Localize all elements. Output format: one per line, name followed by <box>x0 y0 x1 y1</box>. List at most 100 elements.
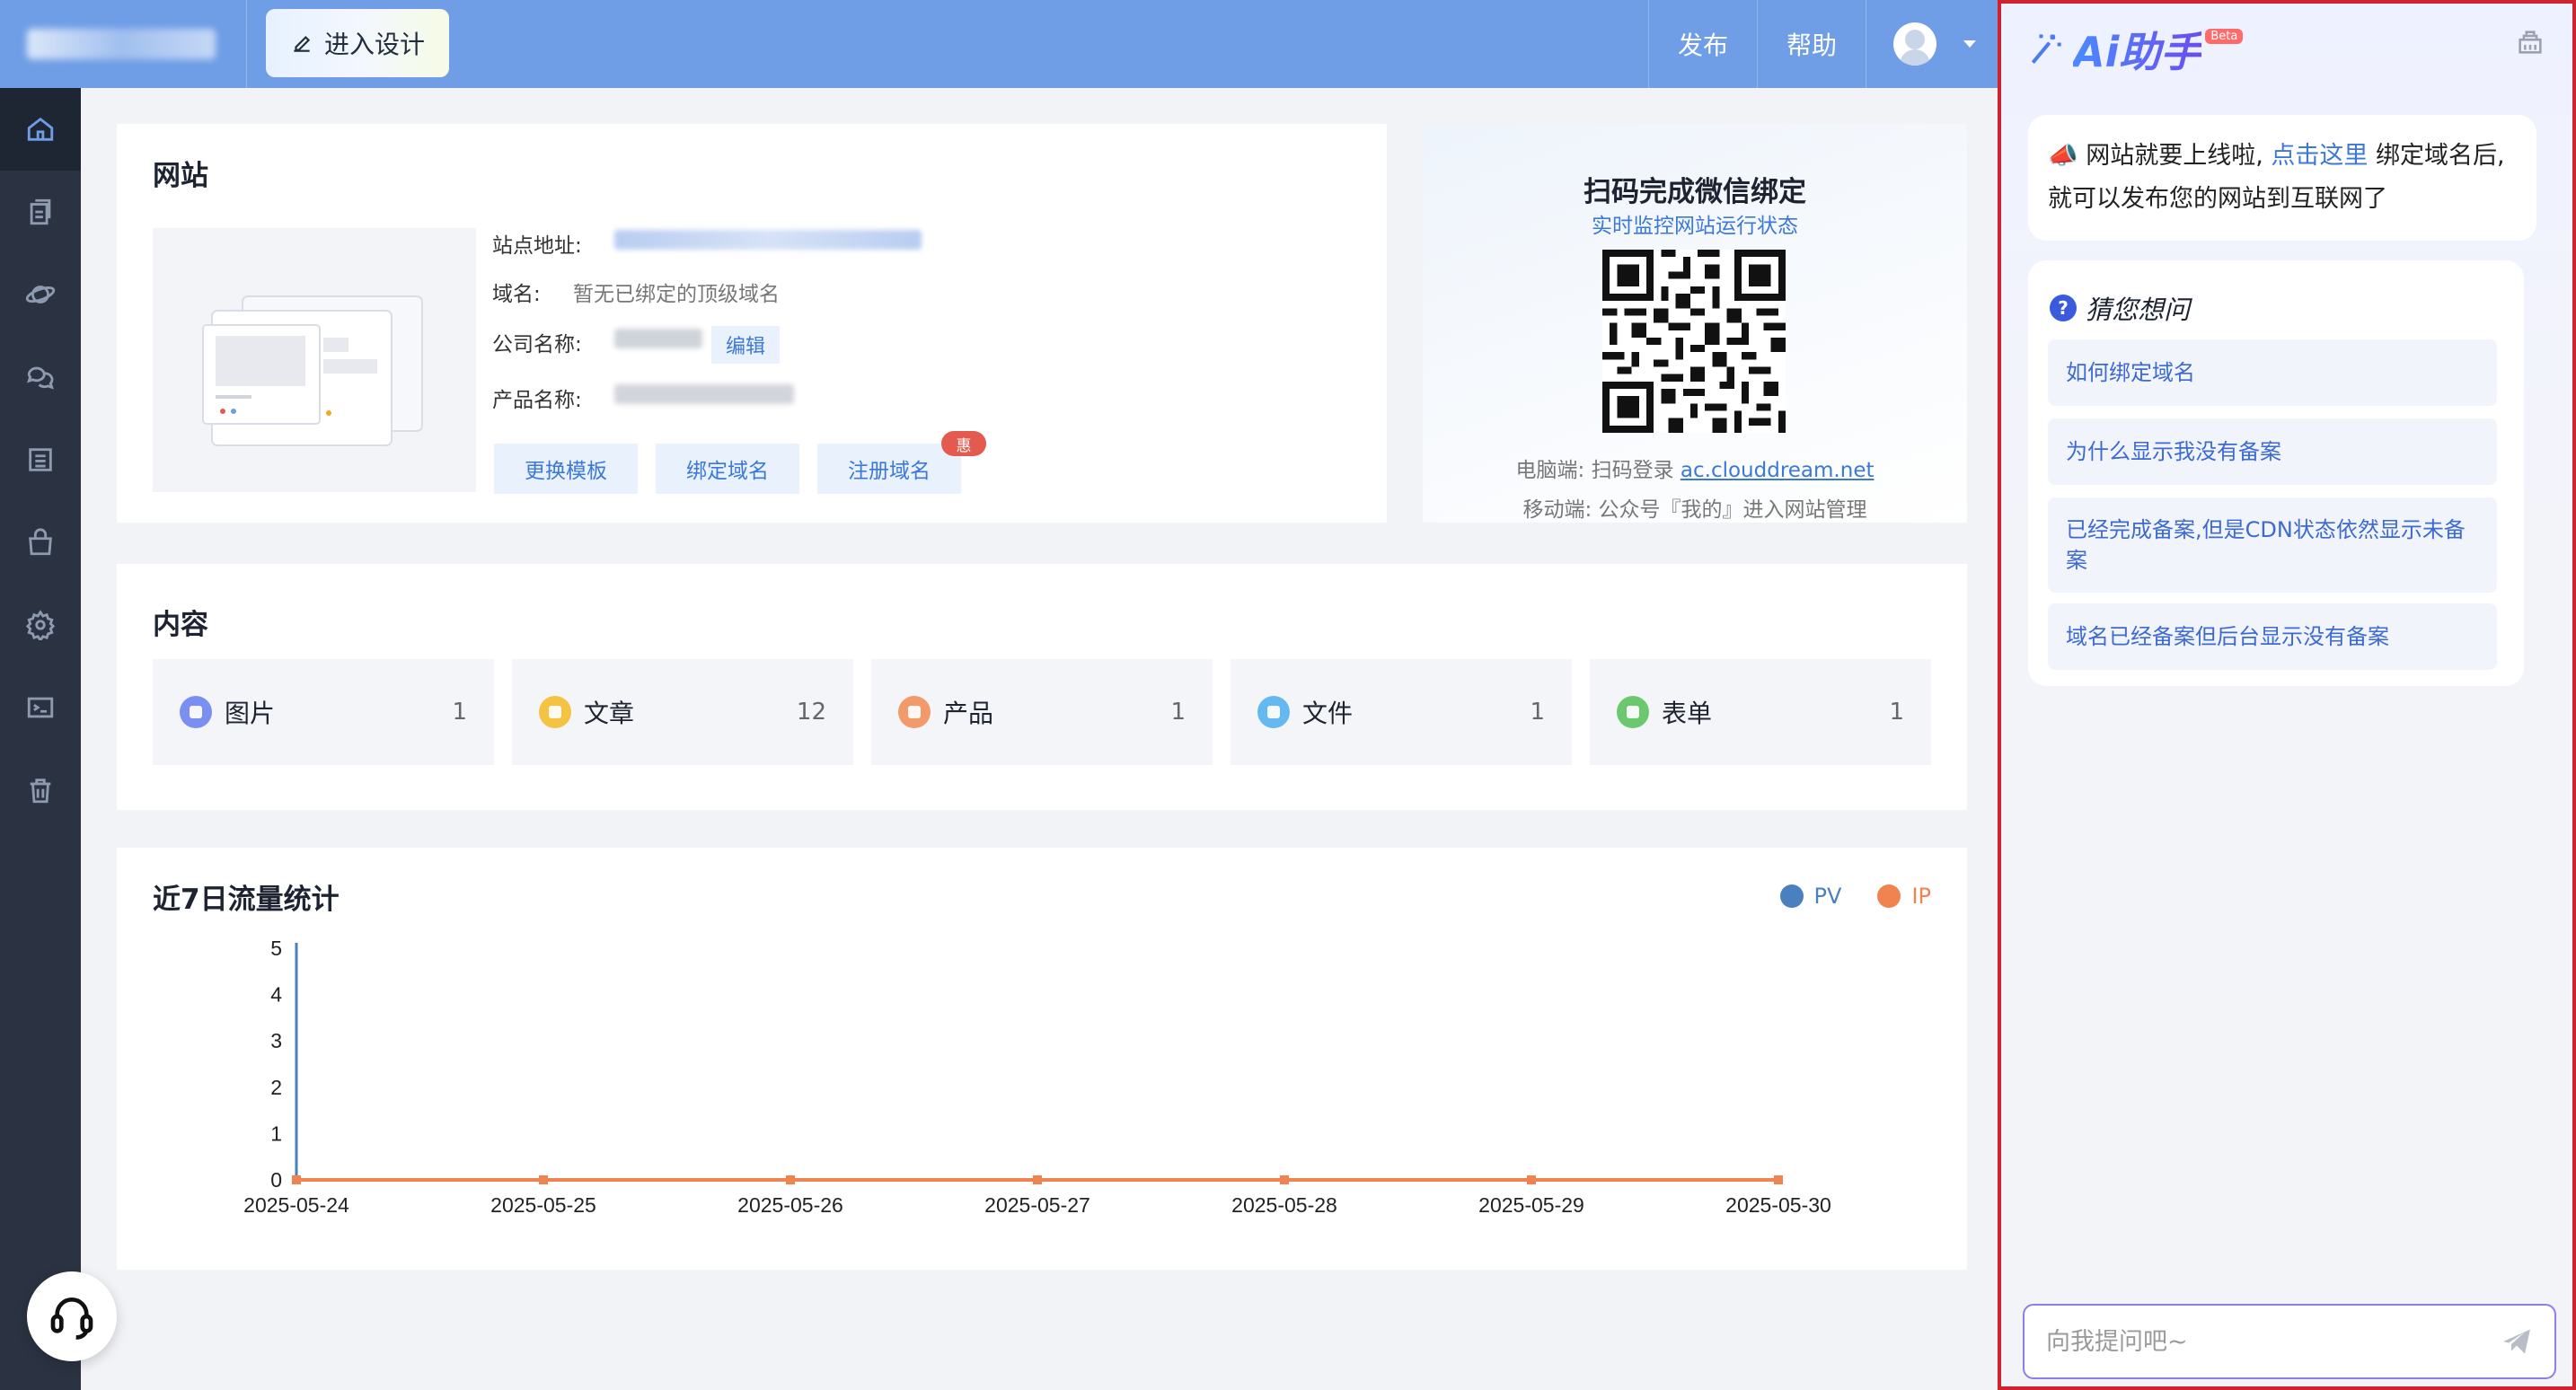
suggested-question[interactable]: 为什么显示我没有备案 <box>2048 418 2497 485</box>
sidebar-item-trash[interactable] <box>0 749 81 831</box>
qr-title: 扫码完成微信绑定 <box>1584 176 1806 208</box>
content-item-label: 文章 <box>584 699 635 728</box>
clear-chat-icon[interactable] <box>2515 27 2545 57</box>
ai-question-input[interactable] <box>2046 1327 2501 1356</box>
qr-code-icon <box>1602 250 1786 433</box>
y-tick-label: 2 <box>270 1076 282 1099</box>
content-item-count: 1 <box>452 699 467 726</box>
content-item-label: 表单 <box>1662 699 1713 728</box>
avatar-body-icon <box>1900 49 1930 66</box>
site-title: 网站 <box>153 160 208 192</box>
y-tick-label: 4 <box>270 983 282 1007</box>
image-icon <box>180 696 212 728</box>
list-icon <box>29 448 52 471</box>
ai-question-input-box <box>2023 1304 2556 1379</box>
shop-icon <box>29 528 52 556</box>
content-item-label: 产品 <box>943 699 994 728</box>
terminal-icon <box>27 697 54 718</box>
content-item-count: 1 <box>1889 699 1904 726</box>
site-card: 网站 站点地址: 域名: 暂无已绑定的顶级域名 公司名称: 编辑 产品名称: 更… <box>117 124 1387 523</box>
send-icon[interactable] <box>2501 1325 2533 1358</box>
sidebar-item-chat[interactable] <box>0 336 81 418</box>
blurred-logo <box>27 29 216 59</box>
bind-domain-button[interactable]: 绑定域名 <box>656 444 799 494</box>
sidebar-item-terminal[interactable] <box>0 666 81 749</box>
avatar <box>1893 22 1936 66</box>
edit-company-button[interactable]: 编辑 <box>711 326 780 364</box>
question-mark-icon: ? <box>2050 295 2077 321</box>
domain-value: 暂无已绑定的顶级域名 <box>573 283 780 306</box>
site-address-value[interactable] <box>614 230 922 250</box>
user-menu[interactable] <box>1866 0 1998 88</box>
sidebar-item-planet[interactable] <box>0 253 81 336</box>
content-item-articles[interactable]: 文章 12 <box>512 659 853 765</box>
x-tick-label: 2025-05-29 <box>1478 1193 1584 1217</box>
folder-icon <box>1257 696 1290 728</box>
suggested-questions-card: ? 猜您想问 如何绑定域名 为什么显示我没有备案 已经完成备案,但是CDN状态依… <box>2028 260 2524 686</box>
qr-pc-link[interactable]: ac.clouddream.net <box>1681 459 1875 482</box>
content-item-forms[interactable]: 表单 1 <box>1590 659 1931 765</box>
sidebar-item-home[interactable] <box>0 88 81 171</box>
trash-icon <box>30 779 51 804</box>
x-tick-label: 2025-05-30 <box>1725 1193 1831 1217</box>
ai-message-prefix: 📣 网站就要上线啦, <box>2048 142 2263 170</box>
company-label: 公司名称: <box>492 333 582 356</box>
y-tick-label: 5 <box>270 937 282 960</box>
customer-support-button[interactable] <box>27 1271 117 1361</box>
content-item-files[interactable]: 文件 1 <box>1231 659 1572 765</box>
planet-icon <box>25 286 56 304</box>
content-title: 内容 <box>153 609 208 641</box>
y-tick-label: 3 <box>270 1029 282 1052</box>
content-item-products[interactable]: 产品 1 <box>871 659 1213 765</box>
data-point-ip <box>539 1175 548 1184</box>
sidebar-item-list[interactable] <box>0 418 81 501</box>
qr-mobile-hint: 移动端: 公众号『我的』进入网站管理 <box>1522 498 1867 522</box>
suggested-questions-title: ? 猜您想问 <box>2050 289 2190 327</box>
data-point-ip <box>1033 1175 1042 1184</box>
data-point-ip <box>292 1175 301 1184</box>
content-item-images[interactable]: 图片 1 <box>153 659 494 765</box>
sidebar-item-shop[interactable] <box>0 501 81 584</box>
chevron-down-icon <box>1963 40 1976 48</box>
wechat-qr-card: 扫码完成微信绑定 实时监控网站运行状态 电脑端: 扫码登录 ac.clouddr… <box>1423 124 1967 523</box>
top-bar: 进入设计 发布 帮助 <box>0 0 1998 88</box>
sidebar-item-pages[interactable] <box>0 171 81 253</box>
site-address-label: 站点地址: <box>492 234 582 258</box>
domain-label: 域名: <box>492 283 541 306</box>
logo-area[interactable] <box>0 0 247 88</box>
home-icon <box>27 117 54 141</box>
product-icon <box>898 696 931 728</box>
beta-badge: Beta <box>2205 28 2244 44</box>
qr-pc-prefix: 电脑端: 扫码登录 <box>1515 459 1674 482</box>
suggested-question[interactable]: 已经完成备案,但是CDN状态依然显示未备案 <box>2048 497 2497 593</box>
change-template-button[interactable]: 更换模板 <box>494 444 638 494</box>
company-value <box>614 329 702 348</box>
ai-assistant-panel: Ai助手 Beta 📣 网站就要上线啦, 点击这里 绑定域名后,就可以发布您的网… <box>1998 0 2576 1390</box>
qr-subtitle: 实时监控网站运行状态 <box>1592 215 1798 238</box>
top-right-nav: 发布 帮助 <box>1647 0 1998 88</box>
content-card: 内容 图片 1 文章 12 产品 1 文件 1 表单 1 <box>117 564 1967 810</box>
magic-wand-icon <box>2031 34 2061 64</box>
x-tick-label: 2025-05-26 <box>737 1193 843 1217</box>
x-tick-label: 2025-05-27 <box>984 1193 1090 1217</box>
ai-logo: Ai助手 Beta <box>2026 20 2244 79</box>
enter-design-button[interactable]: 进入设计 <box>266 9 449 77</box>
content-item-label: 文件 <box>1302 699 1354 728</box>
register-domain-button[interactable]: 注册域名 <box>817 444 961 494</box>
content-item-count: 12 <box>796 699 826 726</box>
y-tick-label: 1 <box>270 1122 282 1145</box>
publish-button[interactable]: 发布 <box>1647 0 1757 88</box>
settings-icon <box>25 610 56 640</box>
suggested-question[interactable]: 域名已经备案但后台显示没有备案 <box>2048 603 2497 670</box>
ai-welcome-message: 📣 网站就要上线啦, 点击这里 绑定域名后,就可以发布您的网站到互联网了 <box>2028 115 2536 241</box>
content-item-label: 图片 <box>225 699 276 728</box>
site-thumbnail[interactable] <box>153 228 476 492</box>
enter-design-label: 进入设计 <box>323 30 425 59</box>
traffic-line-chart: 0 1 2 3 4 5 2025-05-24 2025-05-25 2025-05-26 2025… <box>243 937 1831 1217</box>
chat-icon <box>27 366 54 390</box>
ai-message-link[interactable]: 点击这里 <box>2271 142 2368 170</box>
sidebar-item-settings[interactable] <box>0 584 81 666</box>
help-button[interactable]: 帮助 <box>1756 0 1866 88</box>
qr-pc-hint: 电脑端: 扫码登录 ac.clouddream.net <box>1423 453 1967 483</box>
suggested-question[interactable]: 如何绑定域名 <box>2048 339 2497 406</box>
